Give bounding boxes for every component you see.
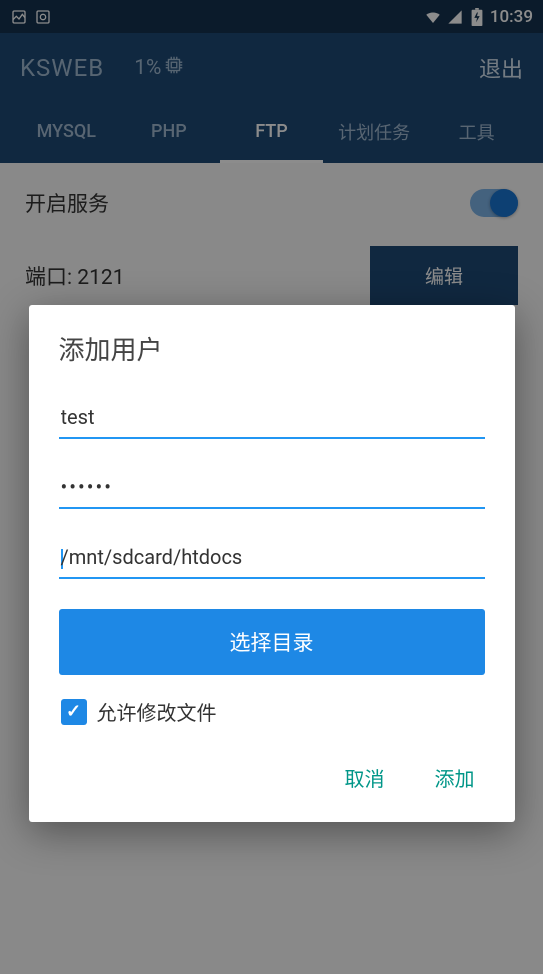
dialog-title: 添加用户 bbox=[29, 305, 515, 377]
modal-overlay: 添加用户 •••••• /mnt/sdcard/htdocs 选择目录 ✓ 允许… bbox=[0, 0, 543, 974]
add-user-dialog: 添加用户 •••••• /mnt/sdcard/htdocs 选择目录 ✓ 允许… bbox=[29, 305, 515, 822]
password-field[interactable]: •••••• bbox=[59, 467, 485, 509]
add-button[interactable]: 添加 bbox=[435, 763, 475, 792]
allow-modify-label: 允许修改文件 bbox=[97, 697, 217, 726]
username-field[interactable] bbox=[59, 397, 485, 439]
path-field[interactable]: /mnt/sdcard/htdocs bbox=[59, 537, 485, 579]
select-directory-button[interactable]: 选择目录 bbox=[59, 609, 485, 675]
allow-modify-checkbox[interactable]: ✓ bbox=[61, 699, 87, 725]
cancel-button[interactable]: 取消 bbox=[345, 763, 385, 792]
